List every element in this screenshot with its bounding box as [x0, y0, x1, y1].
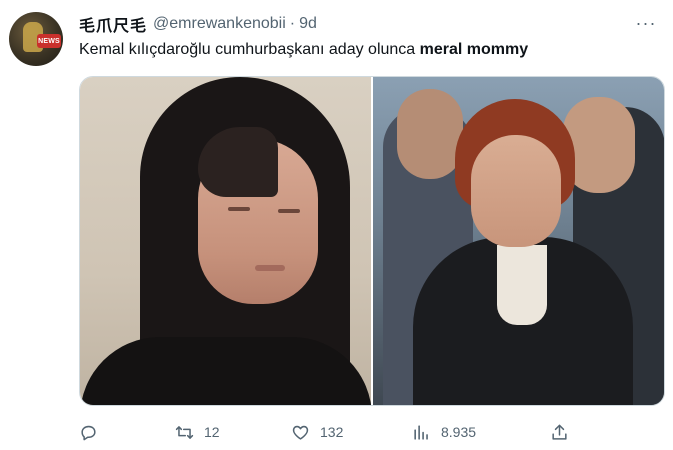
- retweet-icon: [175, 425, 194, 439]
- tweet-text: Kemal kılıçdaroğlu cumhurbaşkanı aday ol…: [79, 40, 528, 60]
- retweet-count: 12: [204, 424, 220, 440]
- tweet-text-bold: meral mommy: [419, 41, 529, 58]
- reply-icon: [81, 425, 96, 440]
- avatar-news-badge: NEWS: [37, 34, 61, 48]
- display-name[interactable]: 毛爪尺毛: [79, 12, 147, 36]
- more-horizontal-icon: ···: [635, 12, 657, 33]
- tweet-text-plain: Kemal kılıçdaroğlu cumhurbaşkanı aday ol…: [79, 41, 420, 58]
- media-photo-left[interactable]: [80, 77, 371, 405]
- like-button[interactable]: 132: [291, 420, 343, 444]
- retweet-button[interactable]: 12: [175, 420, 220, 444]
- tweet-actions: 12 132 8.935: [79, 420, 579, 444]
- media-photo-right[interactable]: [373, 77, 664, 405]
- heart-icon: [292, 425, 309, 440]
- more-options-button[interactable]: ···: [633, 12, 659, 34]
- views-button[interactable]: 8.935: [412, 420, 476, 444]
- user-handle[interactable]: @emrewankenobii: [153, 15, 286, 33]
- avatar[interactable]: NEWS: [9, 12, 63, 66]
- tweet-timestamp[interactable]: 9d: [299, 15, 317, 33]
- share-button[interactable]: [550, 420, 569, 444]
- like-count: 132: [320, 424, 344, 440]
- tweet-header: 毛爪尺毛 @emrewankenobii · 9d ···: [79, 12, 659, 36]
- share-icon: [552, 424, 567, 440]
- separator-dot: ·: [289, 15, 296, 32]
- views-count: 8.935: [441, 424, 477, 440]
- tweet-media: [79, 76, 665, 406]
- reply-button[interactable]: [79, 420, 108, 444]
- views-icon: [414, 424, 428, 440]
